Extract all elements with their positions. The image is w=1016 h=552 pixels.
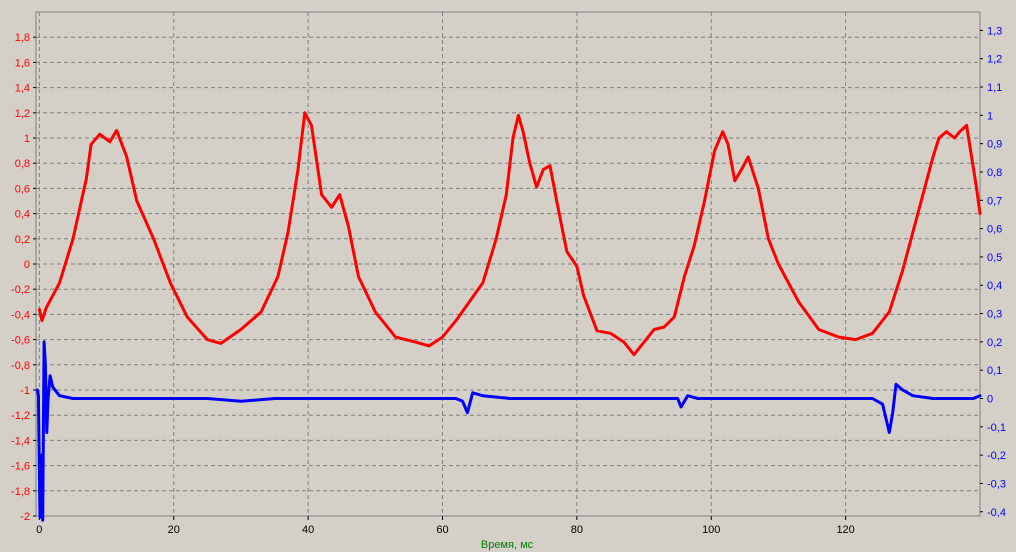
y2-tick-label: 0,6 (987, 224, 1002, 236)
x-axis: 0 20 40 60 80 100 120 (36, 516, 855, 536)
y-tick-label: -1,4 (11, 435, 30, 447)
y-tick-label: 1 (24, 133, 30, 145)
y2-tick-label: 0,5 (987, 252, 1002, 264)
y-tick-label: -0,6 (11, 335, 30, 347)
y-tick-label: 1,4 (15, 83, 30, 95)
y-tick-label: 0,6 (15, 183, 30, 195)
y-axis-right: -0,4 -0,3 -0,2 -0,1 0 0,1 0,2 0,3 0,4 0,5 0,6 0,7 0,… (980, 25, 1006, 519)
y2-tick-label: 0,4 (987, 280, 1002, 292)
y-tick-label: -1 (20, 385, 30, 397)
y-tick-label: -1,8 (11, 486, 30, 498)
y-tick-label: 0 (24, 259, 30, 271)
x-tick-label: 40 (302, 524, 314, 536)
y2-tick-label: 1,2 (987, 54, 1002, 66)
y2-tick-label: 0,7 (987, 195, 1002, 207)
y2-tick-label: 1 (987, 110, 993, 122)
y-tick-label: -1,6 (11, 461, 30, 473)
y-tick-label: 1,2 (15, 108, 30, 120)
y-tick-label: 1,6 (15, 57, 30, 69)
y2-tick-label: 0,1 (987, 365, 1002, 377)
x-tick-label: 100 (702, 524, 720, 536)
y-tick-label: 0,4 (15, 209, 30, 221)
y-axis-left: -2 -1,8 -1,6 -1,4 -1,2 -1 -0,8 -0,6 -0,4 -0,2 0 0,2… (11, 32, 36, 523)
y-tick-label: 0,8 (15, 158, 30, 170)
y2-tick-label: -0,1 (987, 422, 1006, 434)
y-tick-label: -1,2 (11, 410, 30, 422)
y2-tick-label: -0,2 (987, 450, 1006, 462)
x-tick-label: 60 (436, 524, 448, 536)
y2-tick-label: 0,3 (987, 309, 1002, 321)
y-tick-label: 0,2 (15, 234, 30, 246)
y2-tick-label: 0,2 (987, 337, 1002, 349)
y-tick-label: -2 (20, 511, 30, 523)
y2-tick-label: -0,3 (987, 478, 1006, 490)
x-tick-label: 20 (168, 524, 180, 536)
y-tick-label: -0,8 (11, 360, 30, 372)
chart: -2 -1,8 -1,6 -1,4 -1,2 -1 -0,8 -0,6 -0,4 -0,2 0 0,2… (11, 11, 1006, 551)
y-tick-label: 1,8 (15, 32, 30, 44)
x-tick-label: 120 (836, 524, 854, 536)
y2-tick-label: 0,8 (987, 167, 1002, 179)
y2-tick-label: -0,4 (987, 507, 1006, 519)
y2-tick-label: 0 (987, 393, 993, 405)
y-tick-label: -0,4 (11, 309, 30, 321)
y2-tick-label: 1,3 (987, 25, 1002, 37)
y2-tick-label: 1,1 (987, 82, 1002, 94)
x-tick-label: 80 (571, 524, 583, 536)
y-tick-label: -0,2 (11, 284, 30, 296)
y2-tick-label: 0,9 (987, 139, 1002, 151)
x-tick-label: 0 (36, 524, 42, 536)
x-axis-label: Время, мс (481, 539, 534, 551)
